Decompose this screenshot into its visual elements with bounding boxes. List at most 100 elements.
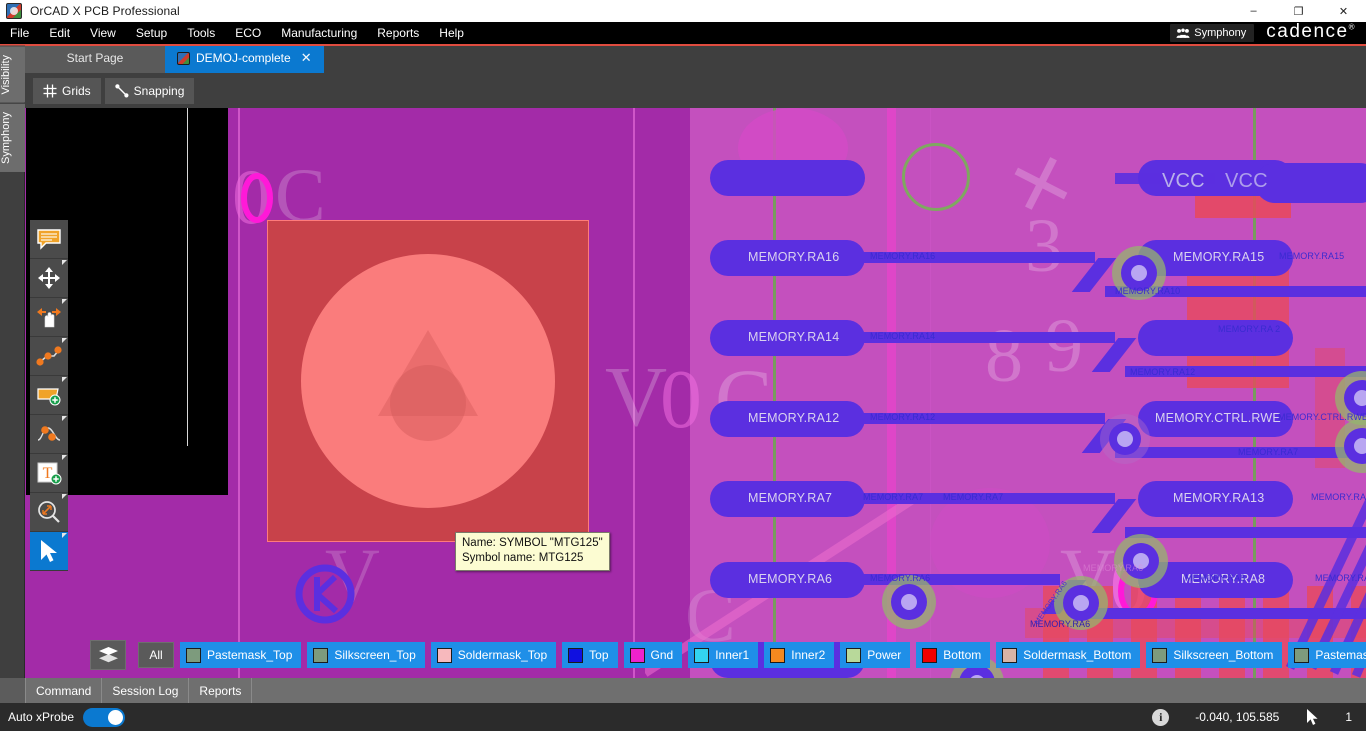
trace-vcc-b [1255, 163, 1366, 203]
flyout-caret-icon[interactable] [62, 377, 67, 382]
panel-tab-reports[interactable]: Reports [189, 678, 253, 703]
netlabel-small-ra12: MEMORY.RA12 [870, 412, 936, 422]
symphony-label: Symphony [1194, 27, 1247, 39]
text-add-icon: T [37, 462, 62, 485]
layer-chip-pastemask-bottom[interactable]: Pastemask_Bottom [1288, 642, 1366, 668]
trace-ra12 [815, 413, 1105, 424]
layer-chip-label: Bottom [943, 648, 982, 662]
dock-tab-symphony[interactable]: Symphony [0, 102, 25, 172]
layer-swatch [186, 647, 201, 663]
layer-swatch [436, 647, 452, 663]
layer-chip-silkscreen-bottom[interactable]: Silkscreen_Bottom [1146, 642, 1283, 668]
window-title: OrCAD X PCB Professional [30, 4, 180, 18]
layer-chip-power[interactable]: Power [840, 642, 911, 668]
snapping-button[interactable]: Snapping [104, 77, 195, 104]
menu-help[interactable]: Help [429, 22, 474, 44]
layer-swatch [629, 647, 645, 663]
close-button[interactable]: ✕ [1321, 0, 1366, 22]
cadence-logo: cadence® [1266, 21, 1362, 43]
menu-view[interactable]: View [80, 22, 126, 44]
layer-all-button[interactable]: All [138, 642, 174, 668]
layer-stack-button[interactable] [90, 640, 126, 670]
layer-chip-label: Inner1 [715, 648, 750, 662]
layer-chip-pastemask-top[interactable]: Pastemask_Top [180, 642, 302, 668]
move-tool-button[interactable] [30, 259, 68, 298]
status-left-group: Auto xProbe [0, 707, 126, 727]
select-tool-button[interactable] [30, 532, 68, 571]
netlabel-ra15: MEMORY.RA15 [1173, 250, 1265, 264]
netlabel-ra6: MEMORY.RA6 [748, 572, 833, 586]
netlabel-ra16: MEMORY.RA16 [748, 250, 840, 264]
magnifier-measure-icon [38, 501, 60, 523]
flyout-caret-icon[interactable] [62, 416, 67, 421]
tab-start-page[interactable]: Start Page [25, 46, 165, 73]
flyout-caret-icon[interactable] [62, 299, 67, 304]
flyout-caret-icon[interactable] [62, 494, 67, 499]
symphony-button[interactable]: Symphony [1170, 24, 1255, 42]
flyout-caret-icon[interactable] [62, 533, 67, 538]
layer-swatch [568, 647, 584, 663]
pcb-canvas[interactable]: ✕ 3 8 9 V V C 0 C V 0 C 0 MEMORY.RA16 ME… [25, 108, 1366, 678]
layer-chip-bottom[interactable]: Bottom [916, 642, 991, 668]
menu-tools[interactable]: Tools [177, 22, 225, 44]
menu-reports[interactable]: Reports [367, 22, 429, 44]
close-icon[interactable]: ✕ [301, 50, 312, 66]
menu-file[interactable]: File [0, 22, 39, 44]
comment-tool-button[interactable] [30, 220, 68, 259]
auto-xprobe-toggle[interactable] [83, 707, 126, 727]
menu-edit[interactable]: Edit [39, 22, 80, 44]
layer-chip-top[interactable]: Top [562, 642, 618, 668]
flyout-caret-icon[interactable] [62, 260, 67, 265]
snapping-label: Snapping [133, 83, 185, 98]
maximize-button[interactable]: ❐ [1276, 0, 1321, 22]
layer-chip-label: Inner2 [791, 648, 826, 662]
route-tool-button[interactable] [30, 337, 68, 376]
info-circle-icon[interactable]: i [1152, 708, 1170, 726]
layer-chip-silkscreen-top[interactable]: Silkscreen_Top [307, 642, 425, 668]
netlabel-vcc-b: VCC [1225, 170, 1268, 192]
layer-chip-label: Power [867, 648, 902, 662]
cursor-arrow-icon [1307, 709, 1318, 725]
layer-chip-soldermask-bottom[interactable]: Soldermask_Bottom [996, 642, 1141, 668]
pad-vcc-left[interactable] [710, 160, 865, 196]
measure-tool-button[interactable] [30, 493, 68, 532]
silkscreen-glyph-0b: 0 [660, 353, 702, 446]
tab-demoj-complete[interactable]: DEMOJ-complete ✕ [165, 46, 324, 73]
trace-bundle-right [1285, 497, 1366, 678]
panel-tab-command[interactable]: Command [25, 678, 103, 703]
layer-bar: All Pastemask_Top Silkscreen_Top Solderm… [90, 640, 1366, 670]
flyout-caret-icon[interactable] [62, 455, 67, 460]
trace-ra16 [815, 252, 1095, 263]
flyout-caret-icon[interactable] [62, 338, 67, 343]
menu-eco[interactable]: ECO [225, 22, 271, 44]
netlabel-small-ra6: MEMORY.RA6 [870, 573, 931, 583]
layer-chip-label: Pastemask_Top [207, 648, 293, 662]
component-mtg125[interactable] [267, 220, 589, 542]
add-text-tool-button[interactable]: T [30, 454, 68, 493]
minimize-button[interactable]: – [1231, 0, 1276, 22]
add-shape-tool-button[interactable] [30, 376, 68, 415]
layer-chip-gnd[interactable]: Gnd [623, 642, 683, 668]
netlabel-small-ra8: MEMORY.RA8 [1315, 573, 1366, 583]
layer-chip-soldermask-top[interactable]: Soldermask_Top [430, 642, 557, 668]
left-dock: Visibility Symphony [0, 46, 25, 684]
layer-chip-label: Soldermask_Top [457, 648, 548, 662]
grids-button[interactable]: Grids [33, 77, 101, 104]
silk-ghost-3: 3 [1025, 204, 1063, 288]
panel-tab-session-log[interactable]: Session Log [102, 678, 190, 703]
layer-swatch [1294, 647, 1310, 663]
netlabel-ra7: MEMORY.RA7 [748, 491, 833, 505]
drag-tool-button[interactable] [30, 298, 68, 337]
via-ctrl [1123, 543, 1159, 579]
layer-chip-inner1[interactable]: Inner1 [688, 642, 759, 668]
via-mid [1109, 423, 1141, 455]
netlabel-small-ra10: MEMORY.RA10 [1115, 286, 1181, 296]
netlabel-small-ra14: MEMORY.RA14 [870, 331, 936, 341]
dock-tab-visibility[interactable]: Visibility [0, 46, 25, 103]
menu-manufacturing[interactable]: Manufacturing [271, 22, 367, 44]
layer-chip-inner2[interactable]: Inner2 [764, 642, 835, 668]
menu-setup[interactable]: Setup [126, 22, 177, 44]
snap-line-icon [114, 83, 129, 97]
slide-tool-button[interactable] [30, 415, 68, 454]
netlabel-small-ra8b: MEMORY.RA8 [1185, 573, 1246, 583]
